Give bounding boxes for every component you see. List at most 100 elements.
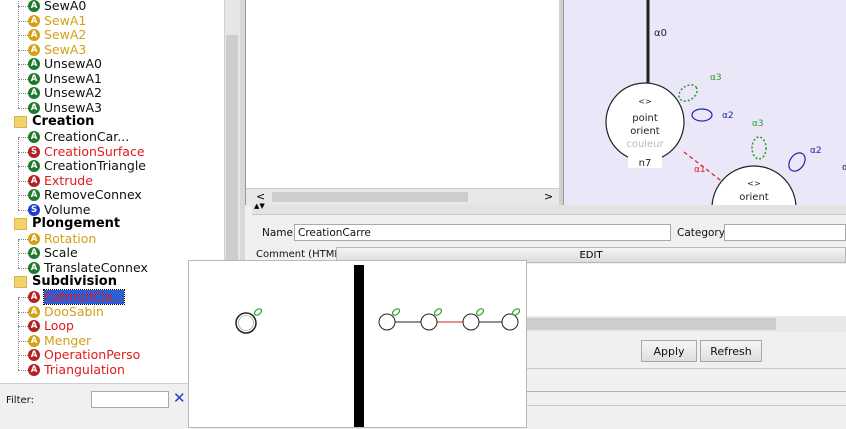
tree-folder-subdivision[interactable]: Subdivision bbox=[14, 275, 117, 289]
tree-connector bbox=[18, 6, 28, 7]
chevron-right-icon[interactable]: > bbox=[544, 190, 553, 203]
tree-item[interactable]: A Rotation bbox=[18, 231, 96, 246]
preview-left-loop bbox=[253, 308, 263, 316]
tree-item[interactable]: A UnsewA1 bbox=[18, 71, 102, 86]
semantic-rule-icon: S bbox=[28, 203, 40, 216]
tree-folder-label: Creation bbox=[32, 114, 95, 130]
filter-input[interactable] bbox=[91, 391, 169, 408]
atomic-rule-icon: A bbox=[28, 130, 40, 143]
tree-item[interactable]: A SewA1 bbox=[18, 13, 86, 28]
atomic-rule-icon: A bbox=[28, 0, 40, 12]
close-icon[interactable]: ✕ bbox=[173, 389, 186, 407]
tree-item-label: CreationTriangle bbox=[44, 158, 146, 174]
preview-node-2 bbox=[420, 313, 438, 331]
tree-connector bbox=[18, 369, 28, 371]
left-graph-hscroll-thumb[interactable] bbox=[272, 192, 468, 202]
rule-preview-popup bbox=[188, 260, 527, 428]
tree-guide-line bbox=[18, 137, 19, 210]
tree-item[interactable]: A DooSabin bbox=[18, 304, 104, 319]
category-label: Category: bbox=[677, 227, 728, 239]
rule-right-graph[interactable]: α0 <> point orient couleur n7 α3 α2 α1 <… bbox=[563, 0, 846, 205]
apply-button[interactable]: Apply bbox=[641, 340, 697, 362]
node2-line-1: orient bbox=[739, 192, 768, 203]
tree-item-label: SewA0 bbox=[44, 0, 87, 13]
preview-node-1 bbox=[378, 313, 396, 331]
preview-loop-1 bbox=[391, 308, 401, 316]
preview-node-4 bbox=[501, 313, 519, 331]
tree-item[interactable]: A TranslateConnex bbox=[18, 259, 148, 275]
tree-guide-line bbox=[18, 298, 19, 371]
category-input[interactable] bbox=[724, 224, 846, 241]
tree-item-label: SewA3 bbox=[44, 41, 87, 57]
tree-item[interactable]: S Volume bbox=[18, 202, 91, 217]
alpha3-loop-1 bbox=[678, 84, 698, 102]
preview-left-node bbox=[235, 312, 257, 334]
tree-item-label: Triangulation bbox=[44, 361, 125, 377]
tree-item-label: Scale bbox=[44, 245, 78, 261]
tree-item[interactable]: S CreationSurface bbox=[18, 143, 145, 159]
splitter-arrows-icon[interactable]: ▲▼ bbox=[254, 202, 265, 210]
tree-item[interactable]: A SewA3 bbox=[18, 41, 87, 57]
tree-item[interactable]: A Extrude bbox=[18, 172, 93, 188]
atomic-rule-icon: A bbox=[28, 232, 40, 245]
tree-connector bbox=[18, 253, 28, 255]
tree-connector bbox=[18, 20, 28, 22]
tree-connector bbox=[18, 267, 28, 269]
alpha2-label-1: α2 bbox=[722, 111, 734, 121]
tree-guide-line bbox=[18, 239, 19, 269]
alpha2-loop-1 bbox=[691, 108, 713, 122]
preview-loop-4 bbox=[511, 308, 521, 316]
tree-item[interactable]: A UnsewA0 bbox=[18, 57, 102, 71]
tree-folder-plongement[interactable]: Plongement bbox=[14, 217, 120, 231]
tree-connector bbox=[18, 93, 28, 95]
tree-item[interactable]: A RemoveConnex bbox=[18, 187, 142, 203]
tree-item[interactable]: A Loop bbox=[18, 319, 74, 333]
tree-item[interactable]: A CreationCar... bbox=[18, 129, 129, 144]
tree-item-label: CreationSurface bbox=[44, 143, 145, 159]
folder-icon bbox=[14, 218, 27, 231]
tree-item-label: UnsewA3 bbox=[44, 99, 103, 115]
tree-folder-creation[interactable]: Creation bbox=[14, 115, 94, 129]
tree-item[interactable]: A Menger bbox=[18, 333, 91, 348]
atomic-rule-icon: A bbox=[28, 87, 40, 100]
tree-connector bbox=[18, 311, 28, 313]
tree-connector bbox=[18, 195, 28, 197]
name-input[interactable]: CreationCarre bbox=[294, 224, 671, 241]
preview-svg bbox=[235, 265, 521, 427]
preview-loop-3 bbox=[475, 308, 485, 316]
atomic-rule-icon: A bbox=[28, 261, 40, 274]
tree-item[interactable]: A Triangulation bbox=[18, 361, 125, 377]
rule-left-graph[interactable]: < > bbox=[245, 0, 560, 206]
tree-item-label: Extrude bbox=[44, 172, 93, 188]
folder-icon bbox=[14, 276, 27, 289]
tree-item[interactable]: A CreationTriangle bbox=[18, 158, 146, 174]
atomic-rule-icon: A bbox=[28, 29, 40, 42]
atomic-rule-icon: A bbox=[28, 334, 40, 347]
tree-item[interactable]: A CatmullCla... bbox=[18, 289, 126, 305]
tree-connector bbox=[18, 107, 28, 109]
node1-line-3: couleur bbox=[626, 139, 664, 150]
tree-item[interactable]: A Scale bbox=[18, 245, 78, 261]
atomic-rule-icon: A bbox=[28, 291, 40, 303]
tree-item[interactable]: A OperationPerso bbox=[18, 347, 141, 363]
tree-connector bbox=[18, 35, 28, 37]
tree-item[interactable]: A UnsewA3 bbox=[18, 99, 103, 115]
tree-item-label: UnsewA2 bbox=[44, 85, 103, 101]
tree-item-label: RemoveConnex bbox=[44, 187, 142, 203]
tree-item[interactable]: A UnsewA2 bbox=[18, 85, 103, 101]
tree-item[interactable]: A SewA0 bbox=[18, 0, 87, 13]
refresh-button[interactable]: Refresh bbox=[700, 340, 762, 362]
tree-connector bbox=[18, 209, 28, 211]
left-graph-hscroll[interactable]: < > bbox=[246, 188, 560, 206]
tree-item[interactable]: A SewA2 bbox=[18, 28, 86, 42]
tree-connector bbox=[18, 49, 28, 51]
properties-splitter[interactable]: ▲▼ bbox=[252, 202, 846, 215]
semantic-rule-icon: S bbox=[28, 145, 40, 158]
name-label: Name: bbox=[262, 227, 297, 239]
comment-label: Comment (HTML): bbox=[256, 249, 348, 260]
atomic-rule-icon: A bbox=[28, 363, 40, 376]
atomic-rule-icon: A bbox=[28, 320, 40, 333]
node1-line-2: orient bbox=[630, 126, 659, 137]
tree-item-label: OperationPerso bbox=[44, 347, 141, 363]
tree-item-label: TranslateConnex bbox=[44, 259, 148, 275]
